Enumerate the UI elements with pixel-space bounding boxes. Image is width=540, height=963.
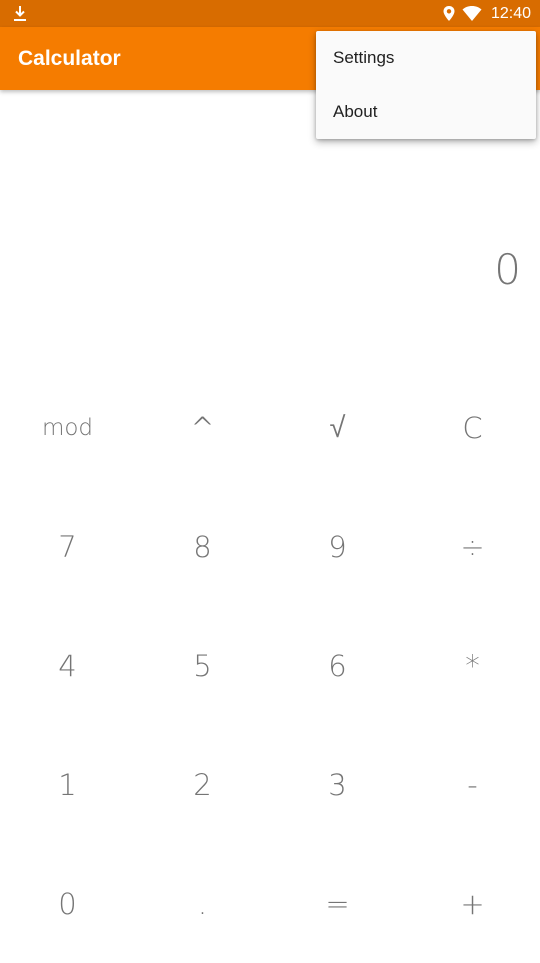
key-6[interactable]: 6 <box>270 606 405 725</box>
key-sqrt[interactable]: √ <box>270 368 405 487</box>
key-5[interactable]: 5 <box>135 606 270 725</box>
menu-item-about[interactable]: About <box>316 85 536 139</box>
key-0[interactable]: 0 <box>0 844 135 963</box>
key-9[interactable]: 9 <box>270 487 405 606</box>
key-decimal[interactable]: . <box>135 844 270 963</box>
key-3[interactable]: 3 <box>270 725 405 844</box>
overflow-menu: Settings About <box>316 31 536 139</box>
key-power[interactable]: ^ <box>135 368 270 487</box>
location-icon <box>443 6 455 21</box>
key-multiply[interactable]: * <box>405 606 540 725</box>
key-8[interactable]: 8 <box>135 487 270 606</box>
keypad: mod ^ √ C 7 8 9 ÷ 4 5 6 * 1 2 3 - 0 . = … <box>0 368 540 960</box>
download-icon <box>14 6 26 21</box>
key-1[interactable]: 1 <box>0 725 135 844</box>
key-4[interactable]: 4 <box>0 606 135 725</box>
key-divide[interactable]: ÷ <box>405 487 540 606</box>
key-add[interactable]: + <box>405 844 540 963</box>
display-value: 0 <box>494 245 521 294</box>
menu-item-settings[interactable]: Settings <box>316 31 536 85</box>
key-equals[interactable]: = <box>270 844 405 963</box>
key-clear[interactable]: C <box>405 368 540 487</box>
status-clock: 12:40 <box>490 5 531 22</box>
key-mod[interactable]: mod <box>0 368 135 487</box>
key-2[interactable]: 2 <box>135 725 270 844</box>
key-7[interactable]: 7 <box>0 487 135 606</box>
key-subtract[interactable]: - <box>405 725 540 844</box>
status-bar: 12:40 <box>0 0 540 27</box>
wifi-icon <box>462 6 482 21</box>
app-title: Calculator <box>18 47 121 70</box>
